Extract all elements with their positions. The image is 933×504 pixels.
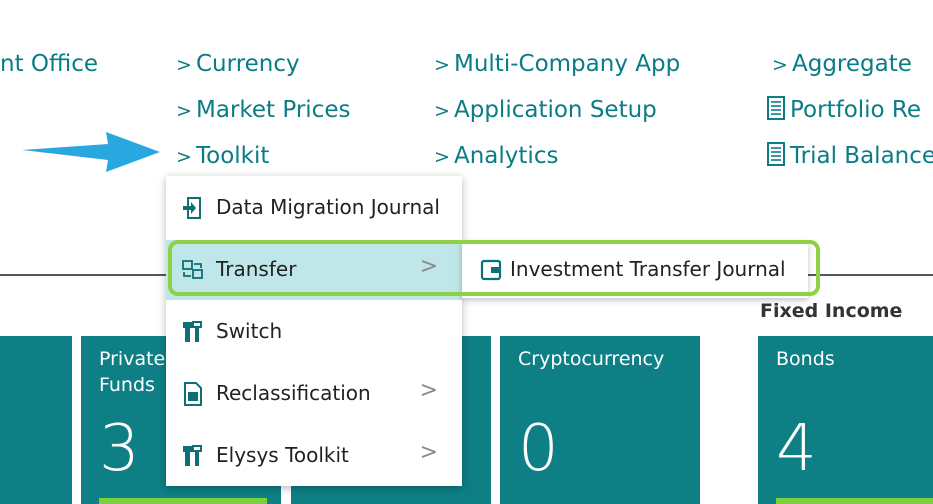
nav-link-portfolio-report[interactable]: Portfolio Re bbox=[766, 96, 921, 124]
tile-partial[interactable] bbox=[0, 336, 72, 504]
nav-link-label: Analytics bbox=[454, 143, 559, 169]
nav-link-application-setup[interactable]: > Application Setup bbox=[434, 96, 657, 125]
menu-item-label: Data Migration Journal bbox=[216, 195, 440, 219]
tile-value: 0 bbox=[518, 412, 559, 486]
menu-item-label: Reclassification bbox=[216, 381, 371, 405]
chevron-right-icon: > bbox=[419, 378, 438, 403]
tile-bonds[interactable]: Bonds 4 bbox=[758, 336, 933, 504]
chevron-right-icon: > bbox=[176, 146, 192, 168]
chevron-right-icon: > bbox=[434, 100, 450, 122]
chevron-right-icon: > bbox=[772, 54, 788, 76]
nav-link-label: Trial Balance bbox=[790, 143, 933, 169]
nav-link-label: Application Setup bbox=[454, 97, 657, 123]
nav-link-label: Currency bbox=[196, 51, 300, 77]
nav-link-label: nt Office bbox=[0, 51, 99, 77]
tile-cryptocurrency[interactable]: Cryptocurrency 0 bbox=[500, 336, 700, 504]
nav-link-analytics[interactable]: > Analytics bbox=[434, 142, 558, 171]
chevron-right-icon: > bbox=[176, 100, 192, 122]
tile-value: 3 bbox=[99, 412, 140, 486]
report-icon bbox=[767, 96, 785, 120]
section-title-fixed-income: Fixed Income bbox=[760, 300, 903, 322]
nav-link-trial-balance[interactable]: Trial Balance bbox=[766, 142, 933, 170]
journal-icon bbox=[183, 197, 201, 219]
menu-item-data-migration-journal[interactable]: Data Migration Journal bbox=[166, 178, 462, 238]
nav-link-label: Multi-Company App bbox=[454, 51, 681, 77]
menu-item-elysys-toolkit[interactable]: Elysys Toolkit > bbox=[166, 426, 462, 486]
nav-link-label: Market Prices bbox=[196, 97, 351, 123]
menu-item-label: Switch bbox=[216, 319, 283, 343]
tools-icon bbox=[183, 445, 202, 466]
annotation-highlight-box bbox=[168, 240, 820, 296]
nav-link-label: Portfolio Re bbox=[790, 97, 922, 123]
tile-title: Bonds bbox=[776, 348, 835, 370]
nav-link-market-prices[interactable]: > Market Prices bbox=[176, 96, 350, 125]
nav-link-toolkit[interactable]: > Toolkit bbox=[176, 142, 269, 171]
tile-value: 4 bbox=[776, 412, 817, 486]
annotation-arrow-icon bbox=[22, 132, 160, 172]
menu-item-label: Elysys Toolkit bbox=[216, 443, 349, 467]
chevron-right-icon: > bbox=[419, 440, 438, 465]
nav-link-label: Toolkit bbox=[196, 143, 270, 169]
nav-link-front-office[interactable]: nt Office bbox=[0, 50, 98, 78]
chevron-right-icon: > bbox=[434, 146, 450, 168]
menu-item-switch[interactable]: Switch bbox=[166, 302, 462, 362]
nav-link-multi-company-app[interactable]: > Multi-Company App bbox=[434, 50, 680, 79]
tile-title: Private Funds bbox=[99, 348, 166, 396]
toolkit-dropdown-menu: Data Migration Journal Transfer > Switch… bbox=[166, 176, 462, 486]
nav-link-aggregate[interactable]: > Aggregate bbox=[772, 50, 912, 79]
nav-link-currency[interactable]: > Currency bbox=[176, 50, 300, 79]
tile-title: Cryptocurrency bbox=[518, 348, 665, 370]
menu-item-reclassification[interactable]: Reclassification > bbox=[166, 364, 462, 424]
document-icon bbox=[184, 382, 202, 406]
chevron-right-icon: > bbox=[434, 54, 450, 76]
tile-indicator-bar bbox=[776, 498, 933, 504]
chevron-right-icon: > bbox=[176, 54, 192, 76]
tools-icon bbox=[183, 321, 202, 342]
tile-indicator-bar bbox=[99, 498, 267, 504]
report-icon bbox=[767, 142, 785, 166]
nav-link-label: Aggregate bbox=[792, 51, 912, 77]
